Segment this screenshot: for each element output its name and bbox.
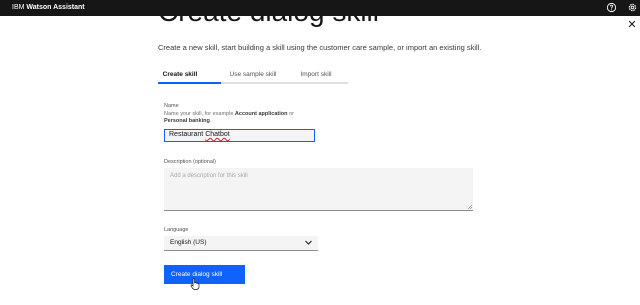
helper-suffix: . xyxy=(209,118,212,124)
product-name: Watson Assistant xyxy=(26,4,85,11)
tab-use-sample-skill[interactable]: Use sample skill xyxy=(224,67,282,83)
language-label: Language xyxy=(164,227,189,233)
page-subtitle: Create a new skill, start building a ski… xyxy=(158,43,482,52)
close-icon[interactable]: ✕ xyxy=(627,20,637,31)
create-dialog-skill-button[interactable]: Create dialog skill xyxy=(164,265,245,284)
page-title: Create dialog skill xyxy=(158,16,488,32)
helper-example-account: Account application xyxy=(234,111,288,117)
description-placeholder: Add a description for this skill xyxy=(170,173,248,179)
tab-import-skill[interactable]: Import skill xyxy=(296,67,336,83)
helper-or: or xyxy=(287,111,294,117)
resize-grip-icon[interactable] xyxy=(467,204,472,209)
language-selected-value: English (US) xyxy=(170,239,207,246)
app-title[interactable]: IBM Watson Assistant xyxy=(12,2,85,14)
skill-tabs: Create skill Use sample skill Import ski… xyxy=(158,67,348,85)
name-helper-text: Name your skill, for example Account app… xyxy=(164,111,314,125)
top-bar: IBM Watson Assistant xyxy=(0,0,640,16)
active-tab-indicator xyxy=(158,82,221,84)
help-icon[interactable] xyxy=(606,2,617,13)
page-title-text: Create dialog skill xyxy=(158,16,379,28)
tab-create-skill[interactable]: Create skill xyxy=(158,67,202,83)
helper-example-personal: Personal banking xyxy=(164,118,210,124)
chevron-down-icon xyxy=(305,240,312,245)
name-label: Name xyxy=(164,103,179,109)
skill-name-input[interactable]: Restaurant Chatbot xyxy=(164,129,315,142)
settings-icon[interactable] xyxy=(627,2,638,13)
name-value-word2: Chatbot xyxy=(205,131,230,138)
name-value-word1: Restaurant xyxy=(169,131,204,138)
description-label: Description (optional) xyxy=(164,159,216,165)
helper-prefix: Name your skill, for example xyxy=(164,111,235,117)
hand-pointer-icon xyxy=(190,278,200,290)
description-textarea[interactable]: Add a description for this skill xyxy=(164,168,473,211)
brand-name: IBM xyxy=(12,4,25,11)
language-select[interactable]: English (US) xyxy=(164,236,318,251)
